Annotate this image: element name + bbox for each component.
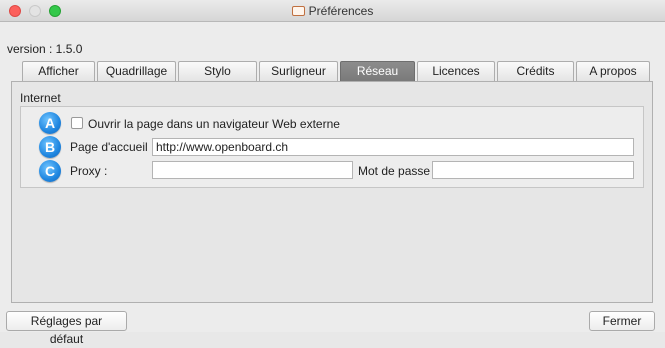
homepage-input[interactable] [152,138,634,156]
preferences-window: Préférences version : 1.5.0 Afficher Qua… [0,0,665,346]
window-title: Préférences [0,4,665,18]
homepage-label: Page d'accueil : [70,140,155,154]
tab-a-propos[interactable]: A propos [576,61,650,81]
password-input[interactable] [432,161,634,179]
tab-reseau[interactable]: Réseau [340,61,415,81]
badge-b-icon: B [39,136,61,158]
window-title-text: Préférences [308,4,374,18]
title-bar: Préférences [0,0,665,22]
tab-stylo[interactable]: Stylo [178,61,257,81]
open-external-checkbox[interactable] [71,117,83,129]
preferences-icon [291,6,305,16]
open-external-label: Ouvrir la page dans un navigateur Web ex… [88,117,340,131]
tab-licences[interactable]: Licences [417,61,495,81]
internet-group-title: Internet [20,91,61,105]
badge-a-icon: A [39,112,61,134]
tab-surligneur[interactable]: Surligneur [259,61,338,81]
password-label: Mot de passe : [358,164,437,178]
tab-quadrillage[interactable]: Quadrillage [97,61,176,81]
version-label: version : 1.5.0 [7,42,83,56]
badge-c-icon: C [39,160,61,182]
proxy-input[interactable] [152,161,353,179]
close-button[interactable]: Fermer [589,311,655,331]
tab-credits[interactable]: Crédits [497,61,574,81]
restore-defaults-button[interactable]: Réglages par défaut [6,311,127,346]
proxy-label: Proxy : [70,164,108,178]
tab-afficher[interactable]: Afficher [22,61,95,81]
